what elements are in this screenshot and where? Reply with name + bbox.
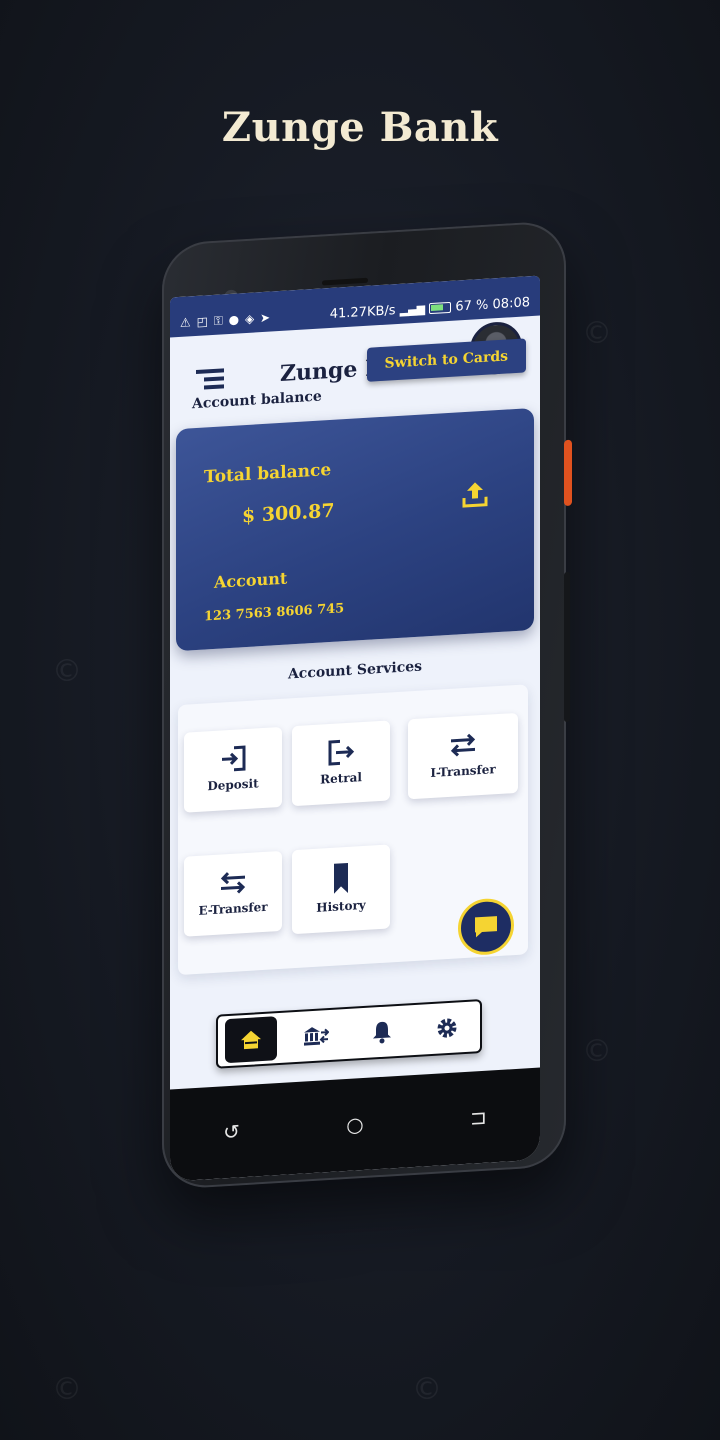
e-transfer-tile[interactable]: E-Transfer <box>184 850 282 937</box>
tile-label: Deposit <box>207 776 259 794</box>
back-button[interactable]: ↺ <box>223 1119 240 1144</box>
watermark-copyright-icon: © <box>52 1372 82 1407</box>
transfer-icon <box>450 733 476 757</box>
tile-label: History <box>316 897 366 915</box>
transfer-icon <box>220 872 246 894</box>
bottom-navigation <box>216 998 482 1069</box>
system-navigation-bar: ↺ ○ ⊐ <box>170 1067 540 1182</box>
nav-home[interactable] <box>224 1016 277 1064</box>
watermark-copyright-icon: © <box>582 1034 612 1069</box>
upload-icon[interactable] <box>460 479 490 511</box>
phone-volume-button <box>564 571 570 723</box>
battery-icon <box>429 301 452 315</box>
recent-apps-button[interactable]: ⊐ <box>470 1105 487 1130</box>
retral-tile[interactable]: Retral <box>292 720 390 807</box>
tile-label: E-Transfer <box>198 899 268 918</box>
phone-screen: ⚠ ◰ ⚿ ● ◈ ➤ 41.27KB/s ▂▄▆ 67 % 08:08 Zun… <box>170 275 540 1182</box>
clock: 08:08 <box>492 295 530 313</box>
chat-icon <box>475 916 497 938</box>
tile-label: Retral <box>320 770 362 787</box>
promo-headline: Zunge Bank <box>221 104 499 151</box>
bank-transfer-icon <box>304 1027 330 1046</box>
nav-notifications[interactable] <box>356 1008 408 1055</box>
bookmark-icon <box>334 862 348 894</box>
home-icon <box>240 1030 261 1050</box>
logout-icon <box>328 739 355 766</box>
gear-icon <box>437 1018 457 1038</box>
tile-label: I-Transfer <box>430 762 496 781</box>
watermark-copyright-icon: © <box>412 1372 442 1407</box>
history-tile[interactable]: History <box>292 844 390 935</box>
signal-icon: ▂▄▆ <box>399 302 426 317</box>
home-button[interactable]: ○ <box>346 1112 363 1137</box>
menu-icon[interactable] <box>196 368 224 394</box>
deposit-tile[interactable]: Deposit <box>184 726 282 813</box>
net-speed: 41.27KB/s <box>329 303 396 323</box>
phone-mockup: ⚠ ◰ ⚿ ● ◈ ➤ 41.27KB/s ▂▄▆ 67 % 08:08 Zun… <box>162 219 572 1190</box>
services-title: Account Services <box>287 658 423 683</box>
balance-card[interactable]: Total balance $ 300.87 Account 123 7563 … <box>176 407 534 652</box>
nav-bank-transfer[interactable] <box>290 1012 342 1059</box>
bell-icon <box>372 1021 391 1044</box>
earpiece-speaker <box>322 277 368 286</box>
account-label: Account <box>214 568 288 592</box>
services-panel: Deposit Retral I-Transfer E-Transfer His… <box>178 684 528 976</box>
battery-level: 67 % <box>455 297 489 315</box>
i-transfer-tile[interactable]: I-Transfer <box>408 712 518 800</box>
chat-button[interactable] <box>458 897 514 957</box>
total-balance-label: Total balance <box>204 459 332 488</box>
watermark-copyright-icon: © <box>52 654 82 689</box>
status-icons: ⚠ ◰ ⚿ ● ◈ ➤ <box>180 310 272 330</box>
balance-amount: $ 300.87 <box>242 499 335 528</box>
nav-settings[interactable] <box>421 1005 473 1052</box>
phone-power-button <box>564 439 572 507</box>
watermark-copyright-icon: © <box>582 316 612 351</box>
login-icon <box>222 745 246 772</box>
account-number: 123 7563 8606 745 <box>204 601 345 625</box>
